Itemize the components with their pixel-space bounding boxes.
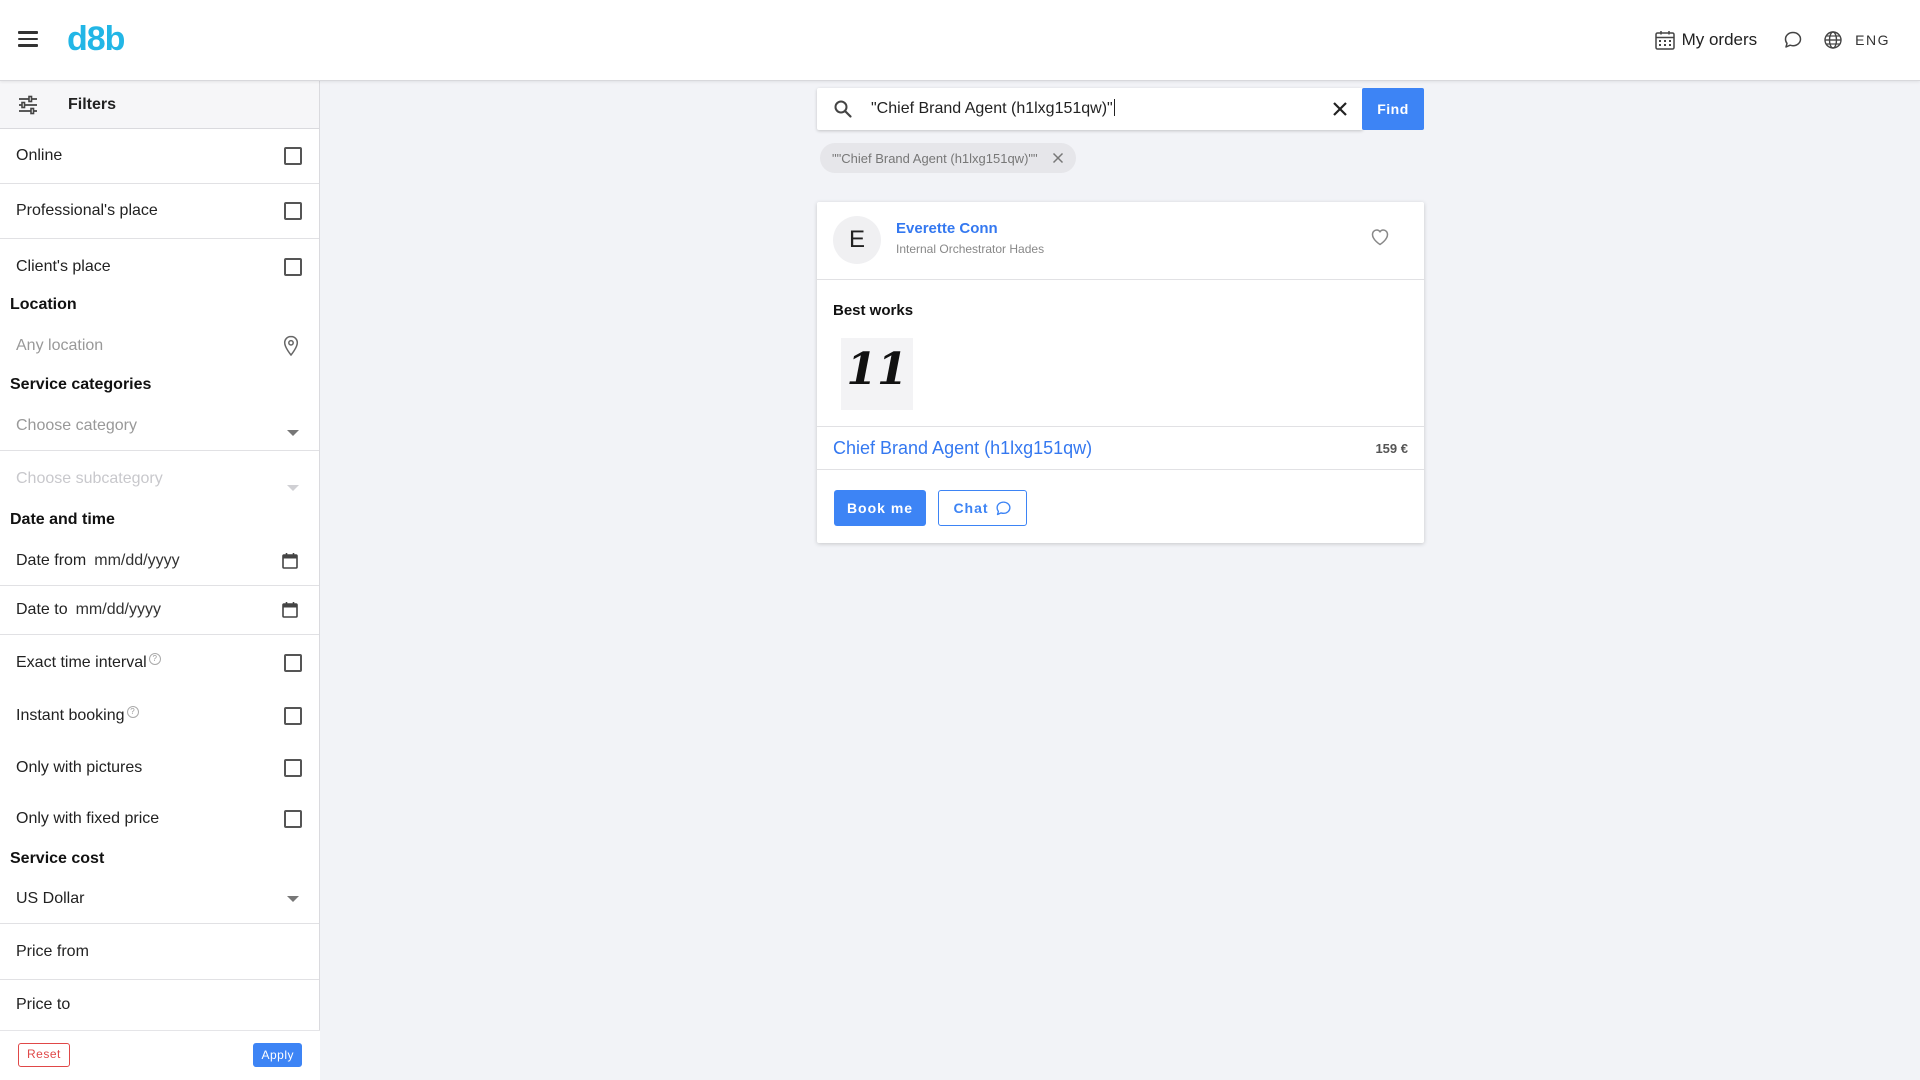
filter-professionals-place[interactable]: Professional's place	[0, 184, 319, 239]
date-from-calendar-icon[interactable]	[281, 552, 299, 570]
filter-professionals-place-label: Professional's place	[16, 202, 158, 219]
location-placeholder: Any location	[16, 337, 104, 354]
search-icon	[834, 100, 852, 118]
only-pictures-label: Only with pictures	[16, 758, 143, 776]
work-thumbnail-image: 11	[846, 344, 907, 395]
professional-role: Internal Orchestrator Hades	[896, 242, 1045, 256]
search-chip: ""Chief Brand Agent (h1lxg151qw)""	[820, 143, 1076, 173]
filter-online-label: Online	[16, 147, 63, 164]
instant-booking-label: Instant booking	[16, 707, 125, 724]
chat-bubble-icon	[1784, 31, 1802, 48]
only-fixed-price-checkbox[interactable]	[284, 809, 302, 828]
subcategory-select: Choose subcategory	[0, 451, 319, 507]
price-to-field[interactable]: Price to	[0, 980, 319, 1030]
filter-online[interactable]: Online	[0, 129, 319, 184]
only-fixed-price-label: Only with fixed price	[16, 809, 160, 827]
service-row: Chief Brand Agent (h1lxg151qw) 159 €	[817, 426, 1424, 470]
date-from-label: Date from	[16, 552, 87, 569]
calendar-icon	[1654, 31, 1675, 50]
header-actions: My orders ENG	[1654, 24, 1890, 56]
filter-exact-time[interactable]: Exact time interval ?	[0, 635, 319, 690]
service-link[interactable]: Chief Brand Agent (h1lxg151qw)	[833, 438, 1092, 459]
subcategory-dropdown-icon	[287, 485, 299, 491]
price-from-label: Price from	[16, 942, 89, 960]
instant-booking-checkbox[interactable]	[284, 707, 302, 725]
service-price: 159 €	[1375, 441, 1408, 456]
date-time-heading: Date and time	[10, 511, 115, 528]
currency-dropdown-icon	[287, 896, 299, 902]
card-header: E Everette Conn Internal Orchestrator Ha…	[817, 202, 1424, 280]
filter-clients-place-label: Client's place	[16, 257, 111, 275]
professional-card: E Everette Conn Internal Orchestrator Ha…	[817, 202, 1424, 543]
app-header: d8b My orders ENG	[0, 0, 1920, 81]
book-me-button[interactable]: Book me	[834, 490, 926, 526]
exact-time-checkbox[interactable]	[284, 653, 302, 672]
reset-button[interactable]: Reset	[18, 1043, 70, 1067]
language-label: ENG	[1855, 32, 1890, 48]
chat-bubble-icon	[996, 500, 1011, 515]
search-input[interactable]: "Chief Brand Agent (h1lxg151qw)"	[871, 99, 1115, 118]
menu-icon[interactable]	[16, 28, 40, 52]
service-cost-heading: Service cost	[10, 850, 105, 867]
search-chip-label: ""Chief Brand Agent (h1lxg151qw)""	[832, 150, 1038, 166]
heart-icon[interactable]	[1370, 228, 1390, 246]
price-to-label: Price to	[16, 996, 71, 1013]
exact-time-info-icon[interactable]: ?	[148, 652, 161, 665]
date-to-label: Date to	[16, 601, 68, 618]
category-placeholder: Choose category	[16, 417, 137, 434]
my-orders-link[interactable]: My orders	[1654, 29, 1758, 51]
language-selector[interactable]: ENG	[1823, 30, 1890, 50]
currency-value: US Dollar	[16, 889, 85, 907]
chat-link[interactable]	[1783, 30, 1803, 50]
location-heading: Location	[10, 296, 77, 313]
date-from-value: mm/dd/yyyy	[94, 552, 180, 569]
date-from-field[interactable]: Date from mm/dd/yyyy	[0, 537, 319, 586]
category-select[interactable]: Choose category	[0, 402, 319, 451]
location-pin-icon	[283, 335, 299, 357]
my-orders-label: My orders	[1681, 30, 1758, 49]
price-from-field[interactable]: Price from	[0, 924, 319, 980]
clients-place-checkbox[interactable]	[284, 257, 302, 276]
date-to-value: mm/dd/yyyy	[75, 601, 161, 618]
close-icon[interactable]	[1331, 100, 1349, 118]
avatar[interactable]: E	[833, 216, 881, 264]
chat-button[interactable]: Chat	[938, 490, 1027, 526]
filters-title: Filters	[68, 95, 117, 113]
location-input[interactable]: Any location	[0, 326, 319, 366]
filters-header: Filters	[0, 81, 319, 129]
only-pictures-checkbox[interactable]	[284, 758, 302, 777]
chip-close-icon[interactable]	[1052, 152, 1064, 164]
date-to-field[interactable]: Date to mm/dd/yyyy	[0, 586, 319, 635]
chat-button-label: Chat	[953, 500, 989, 516]
filter-instant-booking[interactable]: Instant booking ?	[0, 690, 319, 742]
category-dropdown-icon	[287, 430, 299, 436]
filter-clients-place[interactable]: Client's place	[0, 239, 319, 294]
currency-select[interactable]: US Dollar	[0, 874, 319, 924]
logo[interactable]: d8b	[67, 20, 125, 59]
professional-name[interactable]: Everette Conn	[896, 220, 998, 237]
find-button[interactable]: Find	[1362, 88, 1424, 130]
filters-sidebar: Filters Online Professional's place Clie…	[0, 81, 320, 1080]
filter-only-pictures[interactable]: Only with pictures	[0, 742, 319, 793]
instant-booking-info-icon[interactable]: ?	[126, 706, 139, 718]
work-thumbnail-text: 11	[846, 344, 907, 395]
search-bar[interactable]: "Chief Brand Agent (h1lxg151qw)"	[817, 88, 1363, 130]
date-to-calendar-icon[interactable]	[281, 601, 299, 619]
online-checkbox[interactable]	[284, 147, 302, 165]
filters-footer: Reset Apply	[0, 1030, 320, 1080]
apply-button[interactable]: Apply	[253, 1043, 302, 1067]
professionals-place-checkbox[interactable]	[284, 202, 302, 220]
subcategory-placeholder: Choose subcategory	[16, 470, 163, 487]
sliders-icon[interactable]	[16, 93, 40, 117]
exact-time-label: Exact time interval	[16, 653, 147, 671]
work-thumbnail[interactable]: 11	[841, 338, 913, 410]
search-input-value: "Chief Brand Agent (h1lxg151qw)"	[871, 100, 1113, 117]
filter-only-fixed-price[interactable]: Only with fixed price	[0, 793, 319, 844]
best-works-title: Best works	[833, 302, 914, 319]
globe-icon	[1824, 31, 1842, 49]
service-categories-heading: Service categories	[10, 376, 152, 393]
